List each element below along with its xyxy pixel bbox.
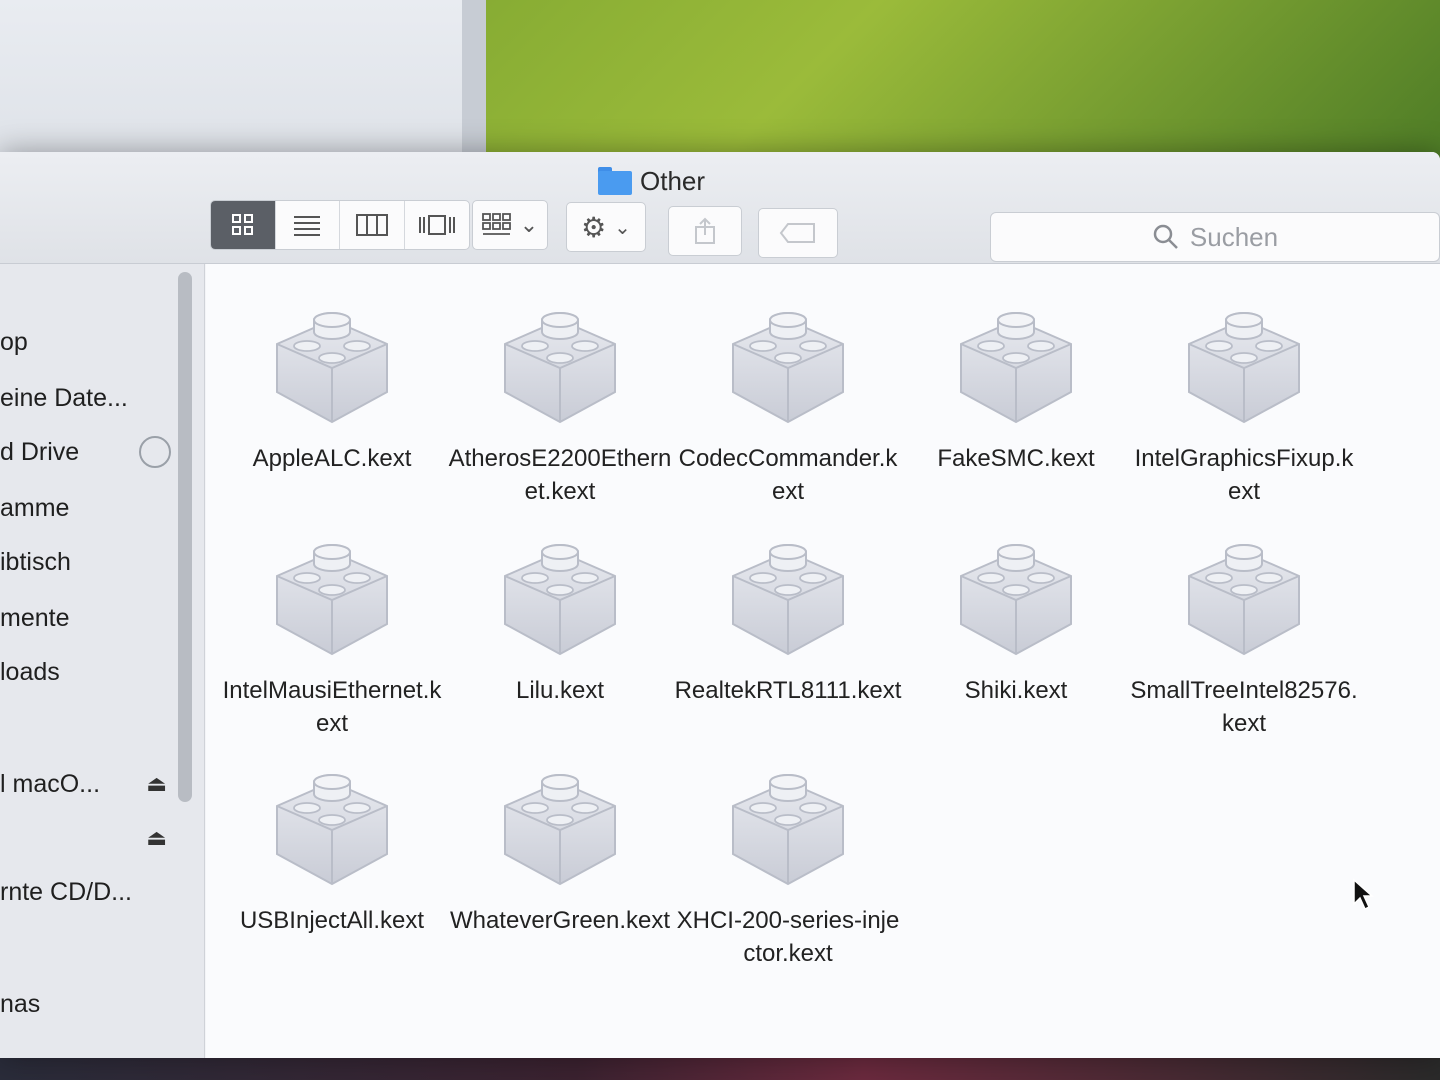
file-name: IntelMausiEthernet.kext [222,677,442,737]
file-item[interactable]: WhateverGreen.kext [446,754,674,974]
file-item[interactable]: SmallTreeIntel82576.kext [1130,524,1358,744]
sidebar-item[interactable]: op [0,324,175,360]
sidebar-item-label: nas [0,989,41,1018]
sidebar-item-label: ibtisch [0,547,71,576]
share-button[interactable] [668,206,742,256]
chevron-down-icon: ⌄ [519,212,539,237]
sidebar-item[interactable]: loads [0,654,175,690]
file-name: RealtekRTL8111.kext [674,677,902,704]
sidebar-item[interactable]: ibtisch [0,544,175,580]
kext-bundle-icon [504,544,616,656]
list-view-icon [294,216,321,236]
file-item[interactable]: AppleALC.kext [218,292,446,512]
sidebar-item[interactable]: rnte CD/D... [0,874,175,910]
kext-bundle-icon [1188,312,1300,424]
column-view-button[interactable] [340,201,405,249]
file-item[interactable]: Shiki.kext [902,524,1130,744]
sidebar-scrollbar[interactable] [178,272,192,802]
tag-icon [779,223,815,243]
file-name: AppleALC.kext [252,445,412,472]
file-name: Shiki.kext [964,677,1068,704]
icon-view-button[interactable] [211,201,276,249]
gear-icon: ⚙ [581,211,607,243]
sidebar-item-label: rnte CD/D... [0,877,132,906]
file-name: SmallTreeIntel82576.kext [1130,677,1358,737]
file-name: CodecCommander.kext [678,445,898,505]
folder-icon [598,167,632,195]
search-placeholder: Suchen [1189,221,1279,252]
view-mode-control [210,200,470,250]
arrange-icon [481,213,511,235]
file-name: WhateverGreen.kext [449,907,671,934]
file-name: IntelGraphicsFixup.kext [1134,445,1354,505]
file-item[interactable]: CodecCommander.kext [674,292,902,512]
file-browser: AppleALC.kext AtherosE2200Ethernet.kext [206,264,1440,1058]
file-name: USBInjectAll.kext [239,907,425,934]
file-item[interactable]: Lilu.kext [446,524,674,744]
icon-view-icon [231,214,253,235]
file-name: Lilu.kext [515,677,605,704]
sidebar-item[interactable]: mente [0,600,175,636]
sidebar: op eine Date... d Drive amme ibtisch mente loa… [0,264,205,1058]
toolbar: ⌄ ⚙ ⌄ Suchen [0,200,1440,262]
kext-bundle-icon [504,312,616,424]
cover-flow-view-icon [418,215,455,235]
column-view-icon [355,214,388,236]
sidebar-item-label: eine Date... [0,383,128,412]
sidebar-item-label: loads [0,657,60,686]
kext-bundle-icon [1188,544,1300,656]
sidebar-item-label: l macO... [0,769,101,798]
search-field[interactable]: Suchen [990,212,1440,262]
window-title-text: Other [640,165,706,196]
kext-bundle-icon [276,312,388,424]
sidebar-item[interactable]: l macO... ⏏ [0,766,175,802]
sidebar-item-label: d Drive [0,437,80,466]
sidebar-item[interactable]: eine Date... [0,380,175,416]
file-item[interactable]: IntelMausiEthernet.kext [218,524,446,744]
kext-bundle-icon [732,312,844,424]
arrange-button[interactable]: ⌄ [472,200,548,250]
sidebar-item-label: amme [0,493,70,522]
list-view-button[interactable] [276,201,340,249]
file-item[interactable]: AtherosE2200Ethernet.kext [446,292,674,512]
share-icon [695,217,715,244]
file-item[interactable]: IntelGraphicsFixup.kext [1130,292,1358,512]
sidebar-item[interactable]: nas [0,986,175,1022]
eject-icon[interactable]: ⏏ [146,825,175,851]
chevron-down-icon: ⌄ [614,216,631,239]
eject-icon[interactable]: ⏏ [146,771,175,797]
action-button[interactable]: ⚙ ⌄ [566,202,646,252]
cover-flow-view-button[interactable] [405,201,470,249]
titlebar: Other ⌄ ⚙ ⌄ Suchen [0,152,1440,264]
kext-bundle-icon [276,544,388,656]
file-item[interactable]: FakeSMC.kext [902,292,1130,512]
sync-progress-icon [139,436,171,468]
desktop-dock-area [0,1058,1440,1080]
file-name: AtherosE2200Ethernet.kext [448,445,672,505]
search-icon [1153,224,1178,249]
window-title: Other [598,164,705,198]
mouse-cursor-icon [1353,878,1374,911]
file-name: FakeSMC.kext [937,445,1095,472]
kext-bundle-icon [732,774,844,886]
sidebar-item-label: op [0,327,28,356]
sidebar-item[interactable]: d Drive [0,434,175,470]
sidebar-item[interactable]: amme [0,490,175,526]
file-grid: AppleALC.kext AtherosE2200Ethernet.kext [206,264,1440,1058]
tags-button[interactable] [758,208,838,258]
kext-bundle-icon [960,544,1072,656]
file-item[interactable]: RealtekRTL8111.kext [674,524,902,744]
file-item[interactable]: XHCI-200-series-injector.kext [674,754,902,974]
kext-bundle-icon [504,774,616,886]
kext-bundle-icon [960,312,1072,424]
sidebar-item-label: mente [0,603,70,632]
file-name: XHCI-200-series-injector.kext [676,907,900,967]
sidebar-item[interactable]: ⏏ [0,820,175,856]
background-window-edge [462,0,486,160]
finder-window: Other ⌄ ⚙ ⌄ Suchen op eine Date... d Dri… [0,152,1440,1058]
kext-bundle-icon [276,774,388,886]
background-titlebar [0,0,486,150]
kext-bundle-icon [732,544,844,656]
file-item[interactable]: USBInjectAll.kext [218,754,446,974]
